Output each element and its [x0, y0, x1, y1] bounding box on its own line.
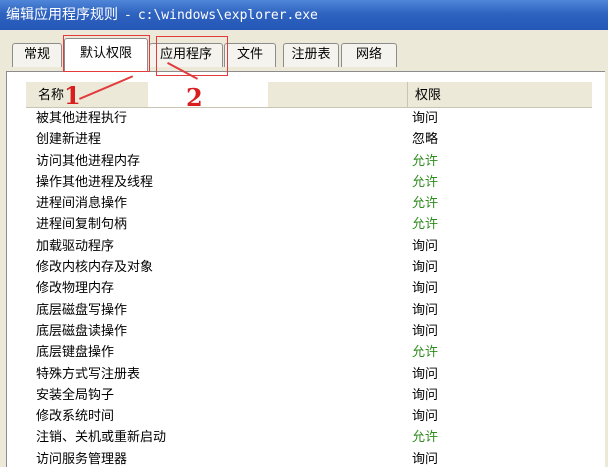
annotation-number-2: 2 [186, 83, 203, 112]
permission-value[interactable]: 询问 [412, 278, 438, 299]
header-highlight [148, 82, 268, 107]
permission-name: 底层磁盘写操作 [36, 302, 128, 318]
list-item[interactable]: 修改内核内存及对象 询问 [26, 257, 592, 278]
list-item[interactable]: 访问服务管理器 询问 [26, 449, 592, 466]
permission-name: 修改系统时间 [36, 409, 115, 425]
permission-name: 创建新进程 [36, 132, 102, 148]
permission-value[interactable]: 询问 [412, 257, 438, 278]
permission-value[interactable]: 询问 [412, 300, 438, 321]
list-item[interactable]: 安装全局钩子 询问 [26, 385, 592, 406]
permission-value[interactable]: 询问 [412, 108, 438, 129]
list-item[interactable]: 注销、关机或重新启动 允许 [26, 427, 592, 448]
permission-name: 操作其他进程及线程 [36, 174, 154, 190]
permission-name: 特殊方式写注册表 [36, 366, 141, 382]
list-item[interactable]: 修改物理内存 询问 [26, 278, 592, 299]
title-separator: - [124, 8, 132, 23]
permission-name: 进程间消息操作 [36, 196, 128, 212]
permission-value[interactable]: 询问 [412, 236, 438, 257]
tab-general[interactable]: 常规 [12, 43, 62, 67]
tab-network[interactable]: 网络 [341, 43, 397, 67]
list-item[interactable]: 底层键盘操作 允许 [26, 342, 592, 363]
permission-value[interactable]: 允许 [412, 172, 438, 193]
list-rows: 被其他进程执行 询问 创建新进程 忽略 访问其他进程内存 允许 操作其他进程及线程 允许 进程间… [26, 108, 592, 466]
tab-strip: 常规 默认权限 应用程序 文件 注册表 网络 [0, 30, 608, 72]
permission-name: 被其他进程执行 [36, 111, 128, 126]
list-item[interactable]: 加载驱动程序 询问 [26, 236, 592, 257]
permission-value[interactable]: 询问 [412, 385, 438, 406]
permission-value[interactable]: 允许 [412, 193, 438, 214]
list-item[interactable]: 访问其他进程内存 允许 [26, 151, 592, 172]
list-item[interactable]: 进程间消息操作 允许 [26, 193, 592, 214]
permission-name: 修改内核内存及对象 [36, 260, 154, 276]
window-title: 编辑应用程序规则 [6, 7, 118, 23]
list-item[interactable]: 特殊方式写注册表 询问 [26, 364, 592, 385]
permission-list[interactable]: 名称 权限 被其他进程执行 询问 创建新进程 忽略 访问其他进程内存 允许 操作其他进程及线… [26, 82, 592, 466]
list-item[interactable]: 底层磁盘写操作 询问 [26, 300, 592, 321]
permission-name: 底层键盘操作 [36, 345, 115, 361]
permission-name: 访问服务管理器 [36, 451, 128, 466]
list-item[interactable]: 底层磁盘读操作 询问 [26, 321, 592, 342]
permission-value[interactable]: 询问 [412, 406, 438, 427]
permission-name: 修改物理内存 [36, 281, 115, 297]
tab-default-permissions[interactable]: 默认权限 [64, 38, 148, 72]
list-item[interactable]: 进程间复制句柄 允许 [26, 214, 592, 235]
permission-name: 进程间复制句柄 [36, 217, 128, 233]
title-bar: 编辑应用程序规则 - c:\windows\explorer.exe [0, 0, 608, 30]
permission-name: 注销、关机或重新启动 [36, 430, 167, 446]
permission-value[interactable]: 忽略 [412, 129, 438, 150]
annotation-number-1: 1 [64, 81, 81, 110]
tab-registry[interactable]: 注册表 [283, 43, 339, 67]
permission-name: 安装全局钩子 [36, 387, 115, 403]
tab-files[interactable]: 文件 [224, 43, 276, 67]
permission-value[interactable]: 允许 [412, 427, 438, 448]
permission-value[interactable]: 允许 [412, 151, 438, 172]
program-path: c:\windows\explorer.exe [137, 8, 318, 23]
tab-applications[interactable]: 应用程序 [149, 43, 223, 67]
permission-name: 访问其他进程内存 [36, 153, 141, 169]
permission-value[interactable]: 允许 [412, 342, 438, 363]
list-item[interactable]: 修改系统时间 询问 [26, 406, 592, 427]
permission-value[interactable]: 询问 [412, 321, 438, 342]
permission-value[interactable]: 允许 [412, 214, 438, 235]
list-item[interactable]: 操作其他进程及线程 允许 [26, 172, 592, 193]
list-item[interactable]: 创建新进程 忽略 [26, 129, 592, 150]
permission-value[interactable]: 询问 [412, 449, 438, 466]
list-item[interactable]: 被其他进程执行 询问 [26, 108, 592, 129]
permission-name: 底层磁盘读操作 [36, 323, 128, 339]
permission-value[interactable]: 询问 [412, 364, 438, 385]
permission-name: 加载驱动程序 [36, 238, 115, 254]
column-header-permission[interactable]: 权限 [409, 82, 592, 107]
